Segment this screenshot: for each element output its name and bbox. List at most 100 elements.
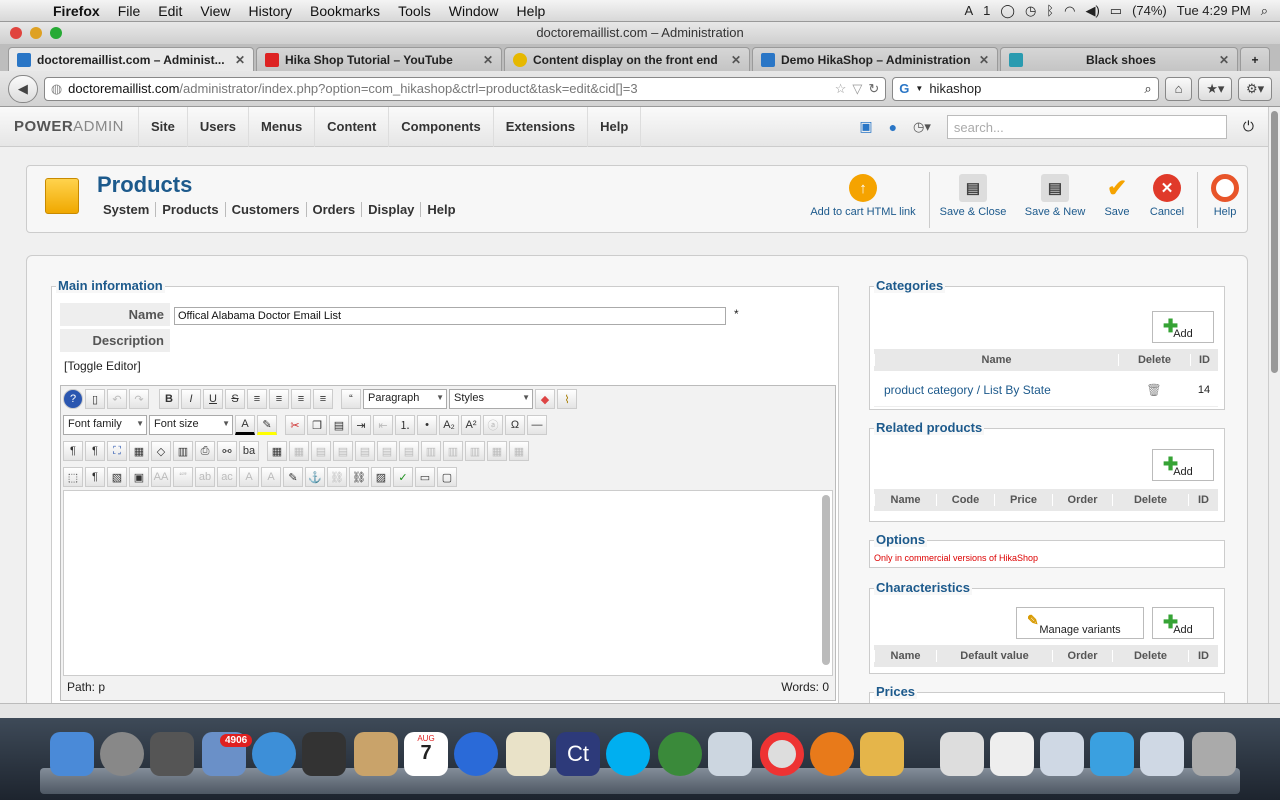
html-source-icon[interactable]: ◇ xyxy=(151,441,171,461)
insert-table-icon[interactable]: ▦ xyxy=(267,441,287,461)
admin-menu-help[interactable]: Help xyxy=(587,107,642,147)
cut-icon[interactable]: ✂ xyxy=(285,415,305,435)
search-bar[interactable]: G ▼ hikashop ⌕ xyxy=(892,76,1159,101)
web-stack-icon[interactable] xyxy=(1090,732,1134,776)
skype-icon[interactable] xyxy=(606,732,650,776)
bookmarks-button[interactable]: ★▾ xyxy=(1198,76,1233,101)
numbered-list-icon[interactable]: ⒈ xyxy=(395,415,415,435)
underline-icon[interactable]: U xyxy=(203,389,223,409)
launchpad-icon[interactable] xyxy=(100,732,144,776)
category-name-link[interactable]: product category / List By State xyxy=(874,383,1118,397)
replace-icon[interactable]: ba xyxy=(239,441,259,461)
font-family-select[interactable]: Font family xyxy=(63,415,147,435)
downloads-stack-icon[interactable] xyxy=(1140,732,1184,776)
link-icon[interactable]: ⛓ xyxy=(349,467,369,487)
contribute-icon[interactable]: Ct xyxy=(556,732,600,776)
mission-control-icon[interactable] xyxy=(150,732,194,776)
tab-demo-hikashop[interactable]: Demo HikaShop – Administration ✕ xyxy=(752,47,998,71)
save-new-button[interactable]: ▤ Save & New xyxy=(1017,174,1093,218)
align-center-icon[interactable]: ≡ xyxy=(269,389,289,409)
submenu-display[interactable]: Display xyxy=(361,202,420,217)
help-icon[interactable]: ? xyxy=(63,389,83,409)
omega-special-char-icon[interactable]: Ω xyxy=(505,415,525,435)
toggle-editor-link[interactable]: [Toggle Editor] xyxy=(64,359,141,373)
bookmark-star-icon[interactable]: ☆ xyxy=(835,81,847,97)
menu-view[interactable]: View xyxy=(191,0,239,22)
close-tab-icon[interactable]: ✕ xyxy=(979,53,989,67)
menu-tools[interactable]: Tools xyxy=(389,0,440,22)
reload-icon[interactable]: ↻ xyxy=(868,81,879,97)
admin-logo[interactable]: POWERADMIN xyxy=(0,118,138,135)
insert-row-after-icon[interactable]: ▤ xyxy=(377,441,397,461)
page-scrollbar[interactable] xyxy=(1268,107,1280,703)
rtl-icon[interactable]: ¶ xyxy=(85,441,105,461)
tools-button[interactable]: ⚙▾ xyxy=(1238,76,1272,101)
undo-icon[interactable]: ↶ xyxy=(107,389,127,409)
outdent-icon[interactable]: ⇤ xyxy=(373,415,393,435)
tab-black-shoes[interactable]: Black shoes ✕ xyxy=(1000,47,1238,71)
anchor-icon[interactable]: ⚓ xyxy=(305,467,325,487)
calendar-icon[interactable]: AUG 7 xyxy=(404,732,448,776)
paintbrush-icon[interactable] xyxy=(860,732,904,776)
battery-icon[interactable]: ▭ xyxy=(1110,3,1122,19)
new-document-icon[interactable]: ▯ xyxy=(85,389,105,409)
superscript-icon[interactable]: A² xyxy=(461,415,481,435)
home-button[interactable]: ⌂ xyxy=(1164,76,1193,101)
media-icon[interactable]: ▢ xyxy=(437,467,457,487)
scrollbar-thumb[interactable] xyxy=(1271,111,1278,373)
add-related-button[interactable]: ✚ Add xyxy=(1152,449,1214,481)
styles-select[interactable]: Styles xyxy=(449,389,533,409)
close-tab-icon[interactable]: ✕ xyxy=(1219,53,1229,67)
eraser-icon[interactable]: ◆ xyxy=(535,389,555,409)
finder-icon[interactable] xyxy=(50,732,94,776)
show-blocks-icon[interactable]: ¶ xyxy=(85,467,105,487)
menu-edit[interactable]: Edit xyxy=(149,0,191,22)
highlight-color-icon[interactable]: ✎ xyxy=(257,415,277,435)
bold-icon[interactable]: B xyxy=(159,389,179,409)
add-category-button[interactable]: ✚ Add xyxy=(1152,311,1214,343)
history-dropdown-icon[interactable]: ▽ xyxy=(852,81,862,97)
format-select[interactable]: Paragraph xyxy=(363,389,447,409)
volume-icon[interactable]: ◀) xyxy=(1085,3,1099,19)
clock[interactable]: Tue 4:29 PM xyxy=(1177,3,1251,18)
add-characteristic-button[interactable]: ✚ Add xyxy=(1152,607,1214,639)
close-tab-icon[interactable]: ✕ xyxy=(483,53,493,67)
paste-icon[interactable]: ▤ xyxy=(329,415,349,435)
submenu-help[interactable]: Help xyxy=(420,202,461,217)
insert-col-before-icon[interactable]: ▥ xyxy=(421,441,441,461)
tab-content-display[interactable]: Content display on the front end ✕ xyxy=(504,47,750,71)
horizontal-rule-icon[interactable]: — xyxy=(527,415,547,435)
ins-icon[interactable]: A xyxy=(261,467,281,487)
preview-icon[interactable]: ▦ xyxy=(129,441,149,461)
indent-icon[interactable]: ⇥ xyxy=(351,415,371,435)
help-button[interactable]: Help xyxy=(1205,174,1245,218)
facetime-icon[interactable] xyxy=(302,732,346,776)
textedit-icon[interactable] xyxy=(506,732,550,776)
admin-menu-menus[interactable]: Menus xyxy=(248,107,314,147)
wifi-icon[interactable]: ◠ xyxy=(1064,3,1075,19)
image-icon[interactable]: ▨ xyxy=(371,467,391,487)
redo-icon[interactable]: ↷ xyxy=(129,389,149,409)
del-icon[interactable]: A xyxy=(239,467,259,487)
firefox-icon[interactable] xyxy=(810,732,854,776)
cite-icon[interactable]: AA xyxy=(151,467,171,487)
insert-char-dim-icon[interactable]: ⓐ xyxy=(483,415,503,435)
tab-youtube[interactable]: Hika Shop Tutorial – YouTube ✕ xyxy=(256,47,502,71)
submenu-products[interactable]: Products xyxy=(155,202,224,217)
fullscreen-icon[interactable]: ⛶ xyxy=(107,441,127,461)
spotlight-icon[interactable]: ⌕ xyxy=(1261,3,1268,19)
find-binoculars-icon[interactable]: ⚯ xyxy=(217,441,237,461)
preview-icon[interactable] xyxy=(708,732,752,776)
layer-icon[interactable]: ▣ xyxy=(129,467,149,487)
new-tab-button[interactable]: + xyxy=(1240,47,1270,71)
attributes-icon[interactable]: ✎ xyxy=(283,467,303,487)
unlink-icon[interactable]: ⛓ xyxy=(327,467,347,487)
cleanup-broom-icon[interactable]: ⌇ xyxy=(557,389,577,409)
delete-row-icon[interactable]: ▤ xyxy=(399,441,419,461)
submenu-customers[interactable]: Customers xyxy=(224,202,306,217)
editor-content-area[interactable] xyxy=(63,490,833,676)
screenshot-stack-icon[interactable] xyxy=(1040,732,1084,776)
submenu-system[interactable]: System xyxy=(99,202,155,217)
name-input[interactable]: Offical Alabama Doctor Email List xyxy=(174,307,726,325)
cancel-button[interactable]: ✕ Cancel xyxy=(1147,174,1187,218)
